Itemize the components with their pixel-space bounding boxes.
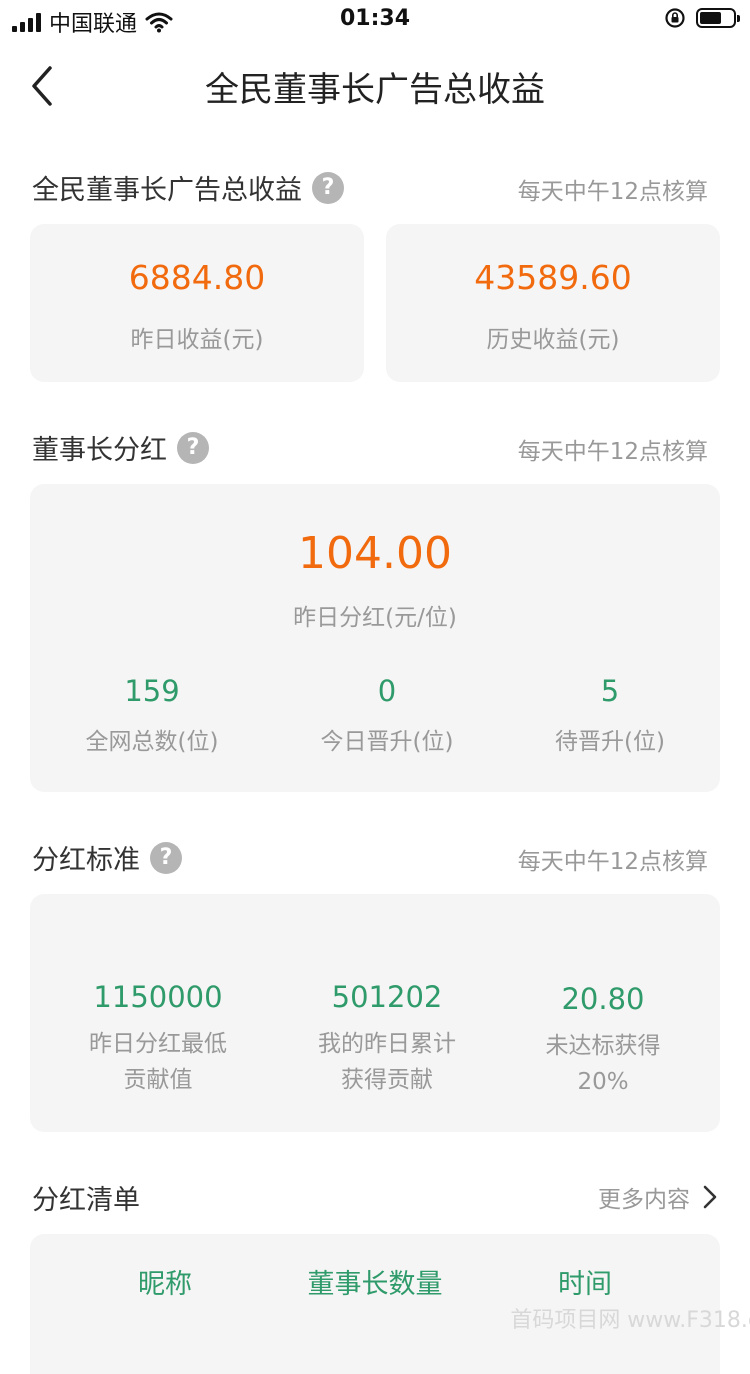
standard-label-line2: 20% bbox=[577, 1069, 629, 1095]
standard-card: 1150000 昨日分红最低 贡献值 501202 我的昨日累计 获得贡献 20… bbox=[30, 894, 720, 1132]
page-title: 全民董事长广告总收益 bbox=[205, 70, 545, 110]
standard-label-line1: 昨日分红最低 bbox=[89, 1031, 227, 1057]
income-settle-note: 每天中午12点核算 bbox=[517, 179, 708, 205]
standard-label-line2: 获得贡献 bbox=[341, 1067, 433, 1093]
nav-bar: 全民董事长广告总收益 bbox=[0, 44, 750, 128]
standard-settle-note: 每天中午12点核算 bbox=[517, 849, 708, 875]
status-right bbox=[664, 7, 740, 29]
dividend-stat-pending: 5 待晋升(位) bbox=[520, 674, 700, 756]
standard-label-line1: 未达标获得 bbox=[545, 1033, 661, 1059]
stat-label: 全网总数(位) bbox=[85, 729, 219, 755]
standard-section-header: 分红标准 ? 每天中午12点核算 bbox=[32, 832, 718, 882]
more-content-link[interactable]: 更多内容 bbox=[598, 1180, 718, 1214]
standard-help-icon[interactable]: ? bbox=[150, 841, 182, 874]
history-income-card: 43589.60 历史收益(元) bbox=[386, 224, 720, 382]
table-header-nickname: 昵称 bbox=[138, 1269, 192, 1300]
stat-label: 待晋升(位) bbox=[555, 729, 665, 755]
standard-item-not-reached: 20.80 未达标获得 20% bbox=[520, 982, 686, 1100]
stat-label: 今日晋升(位) bbox=[320, 729, 454, 755]
history-income-value: 43589.60 bbox=[474, 258, 632, 297]
list-section-header: 分红清单 更多内容 bbox=[32, 1172, 718, 1222]
table-header-count: 董事长数量 bbox=[307, 1269, 443, 1300]
standard-section-title: 分红标准 bbox=[32, 845, 140, 876]
dividend-card: 104.00 昨日分红(元/位) 159 全网总数(位) 0 今日晋升(位) 5… bbox=[30, 484, 720, 792]
rotation-lock-icon bbox=[665, 8, 685, 28]
standard-item-my-contribution: 501202 我的昨日累计 获得贡献 bbox=[292, 980, 482, 1098]
dividend-main-value: 104.00 bbox=[298, 528, 452, 579]
standard-value: 1150000 bbox=[93, 980, 223, 1014]
status-bar: 中国联通 01:34 bbox=[0, 0, 750, 40]
income-section-title: 全民董事长广告总收益 bbox=[32, 175, 302, 206]
yesterday-income-label: 昨日收益(元) bbox=[130, 327, 264, 353]
watermark-text: 首码项目网 www.F318.c bbox=[510, 1308, 750, 1333]
standard-label-line1: 我的昨日累计 bbox=[318, 1031, 456, 1057]
dividend-help-icon[interactable]: ? bbox=[177, 431, 209, 464]
battery-icon bbox=[696, 8, 740, 28]
dividend-stat-total: 159 全网总数(位) bbox=[60, 674, 244, 756]
history-income-label: 历史收益(元) bbox=[486, 327, 620, 353]
list-section-title: 分红清单 bbox=[32, 1185, 140, 1216]
stat-value: 5 bbox=[600, 674, 620, 708]
yesterday-income-card: 6884.80 昨日收益(元) bbox=[30, 224, 364, 382]
income-help-icon[interactable]: ? bbox=[312, 171, 344, 204]
yesterday-income-value: 6884.80 bbox=[128, 258, 266, 297]
stat-value: 0 bbox=[377, 674, 397, 708]
standard-value: 501202 bbox=[331, 980, 443, 1014]
standard-item-min-contribution: 1150000 昨日分红最低 贡献值 bbox=[60, 980, 256, 1098]
status-time: 01:34 bbox=[339, 6, 411, 31]
dividend-section-header: 董事长分红 ? 每天中午12点核算 bbox=[32, 422, 718, 472]
income-section-header: 全民董事长广告总收益 ? 每天中午12点核算 bbox=[32, 162, 718, 212]
chevron-right-icon bbox=[703, 1185, 717, 1209]
table-header-time: 时间 bbox=[558, 1269, 612, 1300]
dividend-section-title: 董事长分红 bbox=[32, 435, 167, 466]
dividend-main-label: 昨日分红(元/位) bbox=[293, 605, 457, 631]
more-content-label: 更多内容 bbox=[598, 1187, 690, 1213]
dividend-settle-note: 每天中午12点核算 bbox=[517, 439, 708, 465]
standard-value: 20.80 bbox=[561, 982, 645, 1016]
dividend-stat-promoted-today: 0 今日晋升(位) bbox=[292, 674, 482, 756]
stat-value: 159 bbox=[124, 674, 180, 708]
standard-label-line2: 贡献值 bbox=[123, 1067, 193, 1093]
